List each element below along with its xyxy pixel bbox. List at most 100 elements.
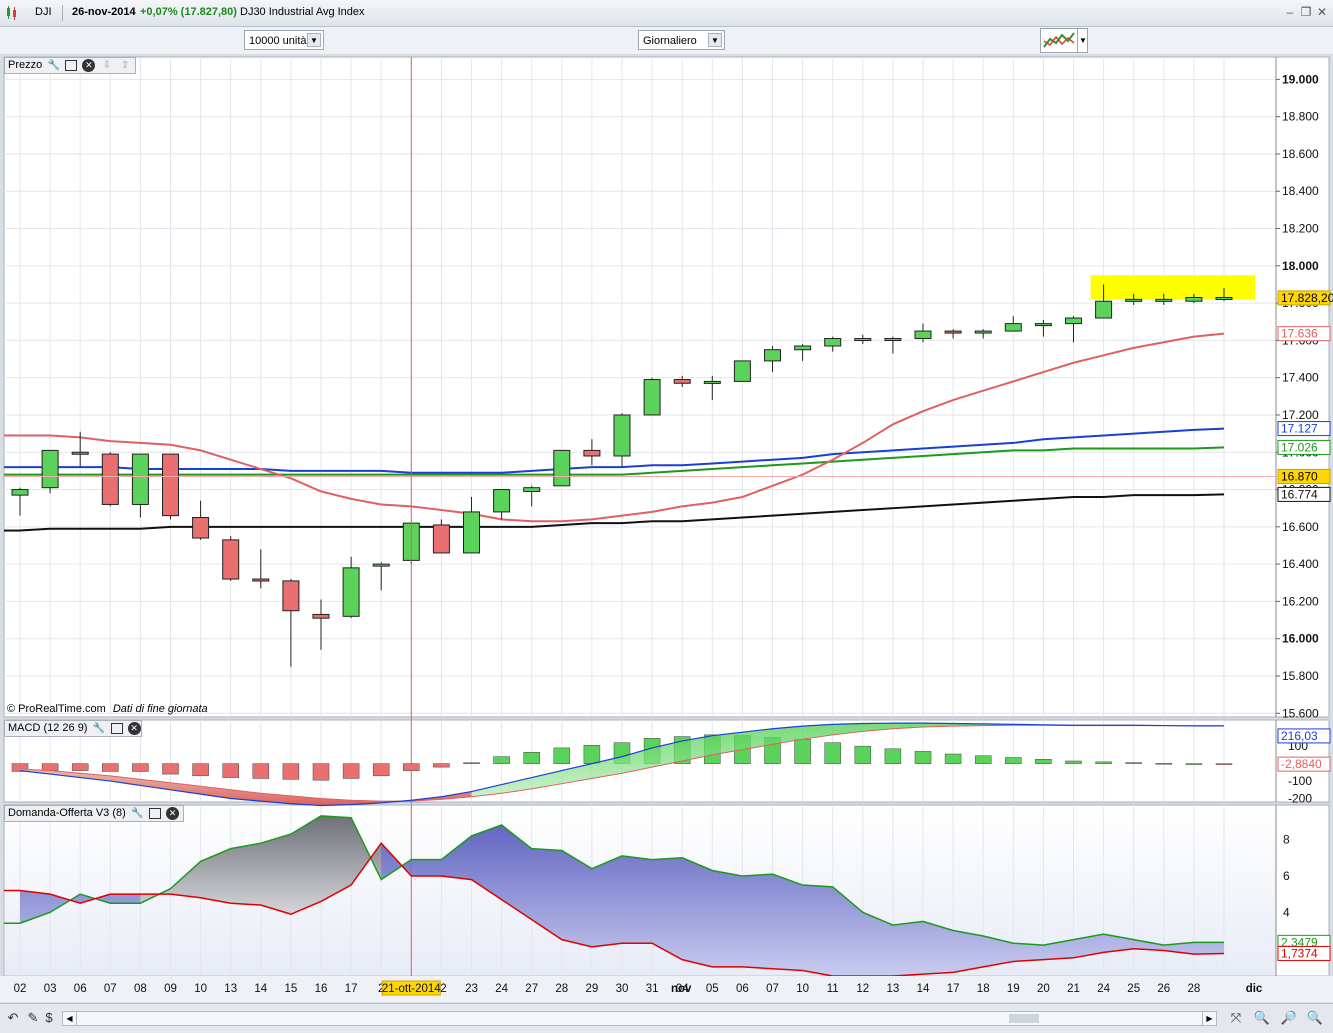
move-up-icon[interactable]: ⇧ (119, 59, 132, 72)
candle-body (523, 487, 541, 492)
candle-body (1125, 298, 1143, 302)
price-badge: 16.774 (1281, 487, 1318, 501)
price-badge: 17.828,20 (1281, 291, 1333, 305)
chevron-down-icon[interactable]: ▼ (1077, 29, 1088, 52)
candle-body (914, 330, 932, 340)
macd-histogram-bar (1065, 760, 1082, 764)
zoom-reset-icon[interactable]: 🔍 (1306, 1009, 1324, 1027)
macd-badge: -2,8840 (1281, 757, 1322, 771)
title-separator (62, 5, 63, 21)
undo-icon[interactable]: ↶ (4, 1009, 22, 1027)
x-axis-label: 28 (1188, 983, 1201, 995)
restore-icon[interactable]: ❐ (1299, 5, 1313, 19)
price-panel-title: Prezzo (8, 59, 43, 71)
macd-histogram-bar (884, 748, 902, 764)
zoom-fit-icon[interactable]: ⤧ (1227, 1009, 1245, 1027)
x-axis-label: 27 (525, 983, 538, 995)
macd-histogram-bar (132, 763, 149, 772)
candle-body (553, 449, 571, 487)
period-select-value: Giornaliero (643, 35, 697, 47)
candle-body (41, 449, 59, 489)
x-axis-label: 24 (1097, 983, 1110, 995)
candle-body (1095, 300, 1113, 319)
macd-histogram-bar (944, 753, 962, 764)
macd-histogram-bar (1005, 757, 1022, 764)
units-select-value: 10000 unità (249, 35, 307, 47)
close-panel-icon[interactable]: ✕ (82, 58, 96, 72)
candle-body (493, 489, 511, 513)
x-axis-label: 10 (194, 983, 207, 995)
window-icon[interactable] (148, 807, 161, 819)
candle-body (192, 517, 210, 539)
horizontal-scrollbar[interactable]: ◀ ▶ (62, 1011, 1217, 1026)
x-axis-label: 24 (495, 983, 508, 995)
x-axis-label: 16 (315, 983, 328, 995)
x-axis-label: 07 (766, 983, 779, 995)
macd-histogram-bar (41, 763, 59, 771)
x-axis-label: 2 (440, 983, 446, 995)
candlestick-app-icon (5, 5, 19, 21)
price-badge: 17.127 (1281, 422, 1318, 436)
macd-histogram-bar (914, 751, 932, 764)
dollar-icon[interactable]: $ (40, 1009, 58, 1027)
x-axis-label: 14 (254, 983, 267, 995)
candle-body (764, 349, 781, 362)
wrench-icon[interactable]: 🔧 (47, 59, 60, 72)
macd-histogram-bar (1185, 763, 1203, 765)
chart-type-button[interactable]: ▼ (1040, 28, 1088, 53)
candle-body (1004, 323, 1022, 332)
minimize-icon[interactable]: ‒ (1283, 5, 1297, 19)
x-axis-label: 29 (586, 983, 599, 995)
window-icon[interactable] (65, 59, 78, 71)
x-axis-label: 14 (917, 983, 930, 995)
macd-badge: 216,03 (1281, 729, 1318, 743)
title-bar: DJI 26-nov-2014 +0,07% (17.827,80) DJ30 … (0, 0, 1333, 27)
macd-histogram-bar (523, 752, 540, 764)
macd-histogram-bar (1035, 759, 1052, 764)
scroll-right-icon[interactable]: ▶ (1202, 1012, 1216, 1025)
x-axis-label: 31 (646, 983, 659, 995)
wrench-icon[interactable]: 🔧 (131, 807, 144, 820)
macd-histogram-bar (1215, 763, 1233, 765)
copyright-text: © ProRealTime.com (7, 703, 106, 715)
candle-body (463, 511, 480, 554)
data-note: Dati di fine giornata (112, 703, 208, 715)
x-axis-label: 19 (1007, 983, 1020, 995)
candle-body (162, 453, 179, 517)
candle-body (312, 613, 330, 619)
close-panel-icon[interactable]: ✕ (165, 806, 179, 820)
macd-panel-title: MACD (12 26 9) (8, 722, 88, 734)
macd-histogram-bar (463, 762, 480, 764)
price-badge: 16.870 (1281, 469, 1318, 483)
close-panel-icon[interactable]: ✕ (127, 721, 141, 735)
price-axis-tick: 18.000 (1282, 259, 1319, 273)
candle-body (1034, 323, 1052, 327)
period-select[interactable]: Giornaliero ▼ (638, 30, 725, 50)
candle-body (1065, 317, 1082, 325)
macd-histogram-bar (1095, 761, 1112, 764)
zoom-out-icon[interactable]: 🔎 (1280, 1009, 1298, 1027)
price-axis-tick: 17.400 (1282, 371, 1319, 385)
wrench-icon[interactable]: 🔧 (93, 722, 106, 735)
price-axis-tick: 18.600 (1282, 147, 1319, 161)
close-icon[interactable]: ✕ (1315, 5, 1329, 19)
price-panel-header: Prezzo 🔧 ✕ ⇩ ⇧ (4, 57, 136, 74)
macd-histogram-bar (71, 763, 89, 771)
zoom-in-icon[interactable]: 🔍 (1253, 1009, 1271, 1027)
price-axis-tick: 18.200 (1282, 222, 1319, 236)
price-axis-tick: 18.400 (1282, 184, 1319, 198)
candle-body (884, 338, 902, 342)
chart-area[interactable]: 19.000 18.800 18.600 18.400 18.200 18.000 17.8… (0, 54, 1333, 1003)
units-select[interactable]: 10000 unità ▼ (244, 30, 324, 50)
candle-body (342, 567, 360, 617)
x-axis-label: 28 (555, 983, 568, 995)
scroll-thumb[interactable] (1009, 1014, 1039, 1023)
window-icon[interactable] (110, 722, 123, 734)
macd-histogram-bar (583, 745, 601, 764)
scroll-left-icon[interactable]: ◀ (63, 1012, 77, 1025)
candle-body (222, 539, 240, 580)
candle-body (1215, 297, 1233, 301)
candle-body (71, 451, 89, 455)
move-down-icon[interactable]: ⇩ (101, 59, 114, 72)
candle-body (101, 453, 119, 505)
